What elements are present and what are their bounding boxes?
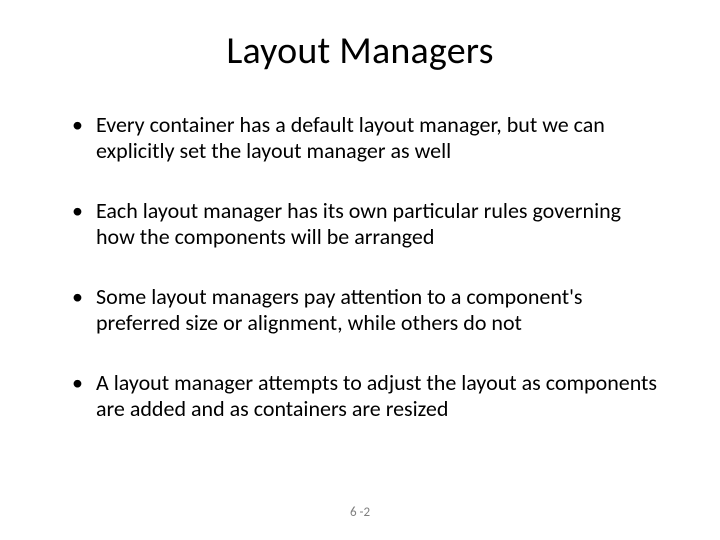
list-item: Some layout managers pay attention to a …: [72, 284, 660, 336]
slide-title: Layout Managers: [60, 28, 660, 74]
bullet-list: Every container has a default layout man…: [60, 112, 660, 422]
list-item: Every container has a default layout man…: [72, 112, 660, 164]
slide: Layout Managers Every container has a de…: [0, 0, 720, 540]
list-item: A layout manager attempts to adjust the …: [72, 370, 660, 422]
list-item: Each layout manager has its own particul…: [72, 198, 660, 250]
slide-number: 6 -2: [0, 505, 720, 520]
